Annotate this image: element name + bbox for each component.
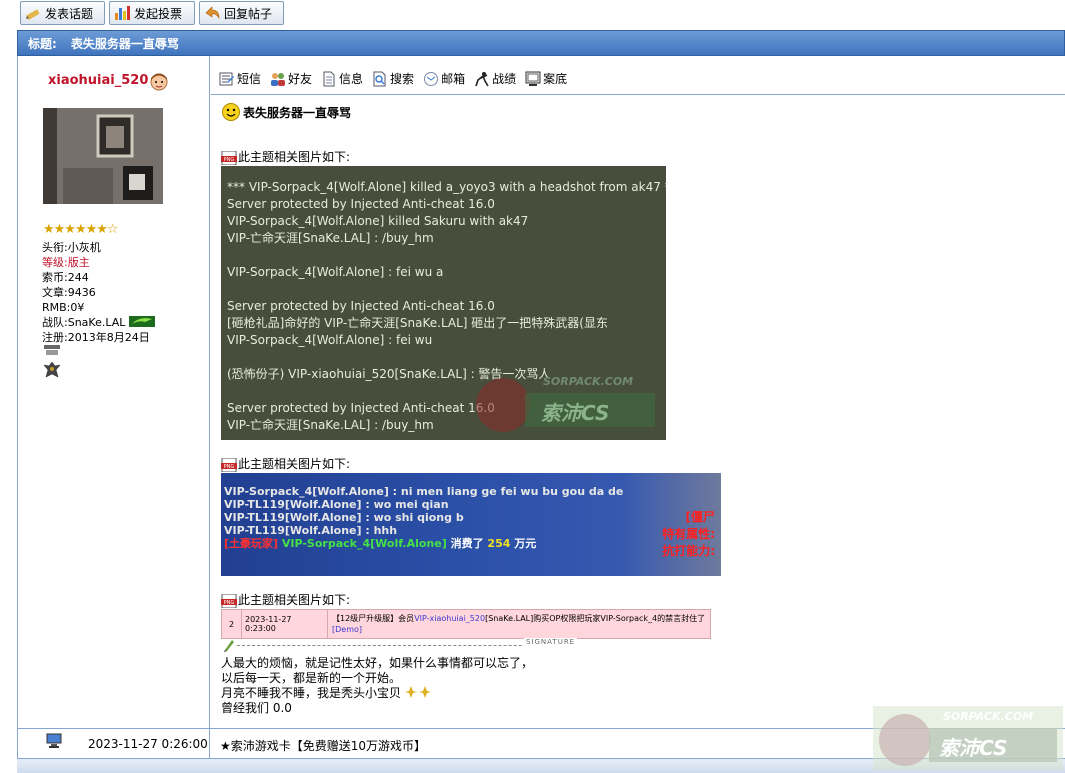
chat-line: [砸枪礼品]命好的 VIP-亡命天涯[SnaKe.LAL] 砸出了一把特殊武器(… (227, 316, 608, 330)
post: xiaohuiai_520 ★★★★★★☆ 头衔:小灰机 等级:版主 索币:24… (17, 56, 1065, 728)
chat-line: Server protected by Injected Anti-cheat … (227, 299, 495, 313)
rank-stars: ★★★★★★☆ (43, 222, 119, 237)
image-caption-3: PNG 此主题相关图片如下: (221, 591, 350, 608)
log-num: 2 (222, 610, 242, 638)
content-separator (211, 94, 1065, 95)
attached-image-3[interactable]: 2 2023-11-27 0:23:00 【12级尸升级服】会员VIP-xiao… (221, 609, 711, 639)
png-file-icon: PNG (221, 594, 237, 608)
image-caption-2: PNG 此主题相关图片如下: (221, 455, 350, 472)
new-topic-label: 发表话题 (45, 6, 94, 21)
side-text-3: 抗打能力: (662, 544, 715, 558)
chat-line: *** VIP-Sorpack_4[Wolf.Alone] killed a_y… (227, 180, 666, 194)
user-face-icon (150, 73, 168, 91)
sparkle-icon (404, 686, 431, 698)
new-poll-label: 发起投票 (134, 6, 183, 21)
signature-line-3: 月亮不睡我不睡，我是秃头小宝贝 (221, 686, 533, 701)
action-email[interactable]: 邮箱 (423, 70, 465, 87)
chat-line: VIP-Sorpack_4[Wolf.Alone] : ni men liang… (224, 485, 624, 498)
chat-line: VIP-TL119[Wolf.Alone] : wo shi qiong b (224, 511, 464, 524)
chat-line (221, 247, 666, 264)
reply-arrow-icon (205, 6, 220, 20)
mail-icon (424, 71, 439, 86)
title-label: 标题: (28, 36, 57, 51)
post-content-panel: 短信 好友 信息 搜索 邮箱 战绩 案底 表失服务器一直辱骂 PNG 此主题相关… (211, 56, 1065, 728)
footer-left: 2023-11-27 0:26:00 (18, 729, 210, 759)
side-text-1: [僵尸 (685, 510, 716, 524)
new-topic-button[interactable]: 发表话题 (20, 1, 105, 25)
svg-text:PNG: PNG (224, 157, 235, 163)
action-friend[interactable]: 好友 (270, 70, 312, 87)
png-file-icon: PNG (221, 458, 237, 472)
computer-icon (46, 733, 62, 748)
info-row-clan: 战队:SnaKe.LAL (42, 315, 155, 330)
chat-line-spend: [土豪玩家] VIP-Sorpack_4[Wolf.Alone] 消费了 254… (224, 537, 537, 550)
clan-badge-icon (128, 316, 155, 327)
pencil-icon (26, 9, 40, 20)
attached-image-2[interactable]: VIP-Sorpack_4[Wolf.Alone] : ni men liang… (221, 473, 721, 576)
monitor-icon (525, 71, 541, 86)
info-row-registered: 注册:2013年8月24日 (42, 331, 150, 344)
thread-title: 表失服务器一直辱骂 (70, 36, 179, 51)
thread-title-bar: 标题: 表失服务器一直辱骂 (17, 30, 1065, 56)
author-info: 头衔:小灰机 等级:版主 索币:244 文章:9436 RMB:0¥ 战队:Sn… (42, 240, 155, 345)
search-icon (373, 71, 386, 86)
info-row-posts: 文章:9436 (42, 286, 96, 299)
medal-icon (44, 345, 60, 355)
soldier-icon (475, 71, 489, 86)
log-text: 【12级尸升级服】会员VIP-xiaohuiai_520[SnaKe.LAL]购… (332, 614, 706, 634)
author-actions: 短信 好友 信息 搜索 邮箱 战绩 案底 (219, 70, 567, 87)
reply-label: 回复帖子 (224, 6, 273, 21)
smile-icon (222, 103, 240, 121)
action-case[interactable]: 案底 (525, 70, 567, 87)
info-row-coins: 索币:244 (42, 271, 89, 284)
message-icon (219, 72, 234, 85)
author-username[interactable]: xiaohuiai_520 (48, 73, 148, 88)
document-icon (323, 71, 335, 86)
info-row-level: 等级:版主 (42, 256, 90, 269)
bar-chart-icon (115, 6, 130, 20)
svg-text:PNG: PNG (224, 600, 235, 606)
signature-body: 人最大的烦恼，就是记性太好，如果什么事情都可以忘了， 以后每一天，都是新的一个开… (221, 656, 534, 715)
eagle-medal-icon (43, 361, 61, 378)
site-watermark: SORPACK.COM 索沛CS (873, 706, 1063, 770)
image-caption-1: PNG 此主题相关图片如下: (221, 148, 350, 165)
png-file-icon: PNG (221, 151, 237, 165)
chat-line (221, 349, 666, 366)
chat-line: VIP-亡命天涯[SnaKe.LAL] : /buy_hm (227, 231, 434, 245)
signature-divider: SIGNATURE (221, 638, 581, 652)
chat-line (221, 281, 666, 298)
action-record[interactable]: 战绩 (474, 70, 516, 87)
svg-text:PNG: PNG (224, 464, 235, 470)
author-panel: xiaohuiai_520 ★★★★★★☆ 头衔:小灰机 等级:版主 索币:24… (18, 56, 210, 728)
side-text-2: 特有属性: (662, 527, 715, 541)
post-toolbar: 发表话题 发起投票 回复帖子 (0, 0, 1065, 28)
post-time: 2023-11-27 0:26:00 (88, 737, 208, 751)
chat-line: VIP-Sorpack_4[Wolf.Alone] : fei wu a (227, 265, 444, 279)
attached-image-1[interactable]: *** VIP-Sorpack_4[Wolf.Alone] killed a_y… (221, 166, 666, 440)
chat-log-2: VIP-Sorpack_4[Wolf.Alone] : ni men liang… (221, 485, 721, 537)
new-poll-button[interactable]: 发起投票 (109, 1, 195, 25)
post-subject: 表失服务器一直辱骂 (221, 102, 351, 122)
shot1-watermark: SORPACK.COM 索沛CS (473, 371, 663, 435)
chat-line: VIP-TL119[Wolf.Alone] : hhh (224, 524, 398, 537)
log-time: 2023-11-27 0:23:00 (242, 610, 328, 638)
game-card-ad[interactable]: ★索沛游戏卡【免费赠送10万游戏币】 (220, 737, 426, 754)
action-info[interactable]: 信息 (321, 70, 363, 87)
avatar-image (43, 108, 163, 204)
action-search[interactable]: 搜索 (372, 70, 414, 87)
author-avatar[interactable] (43, 108, 163, 204)
info-row-rmb: RMB:0¥ (42, 301, 85, 314)
friends-icon (271, 72, 286, 86)
chat-line: Server protected by Injected Anti-cheat … (227, 197, 495, 211)
chat-line: VIP-TL119[Wolf.Alone] : wo mei qian (224, 498, 449, 511)
signature-pen-icon (224, 640, 234, 652)
info-row-title: 头衔:小灰机 (42, 241, 101, 254)
chat-line: VIP-Sorpack_4[Wolf.Alone] : fei wu (227, 333, 433, 347)
action-message[interactable]: 短信 (219, 70, 261, 87)
chat-line: VIP-Sorpack_4[Wolf.Alone] killed Sakuru … (227, 214, 529, 228)
reply-button[interactable]: 回复帖子 (199, 1, 284, 25)
